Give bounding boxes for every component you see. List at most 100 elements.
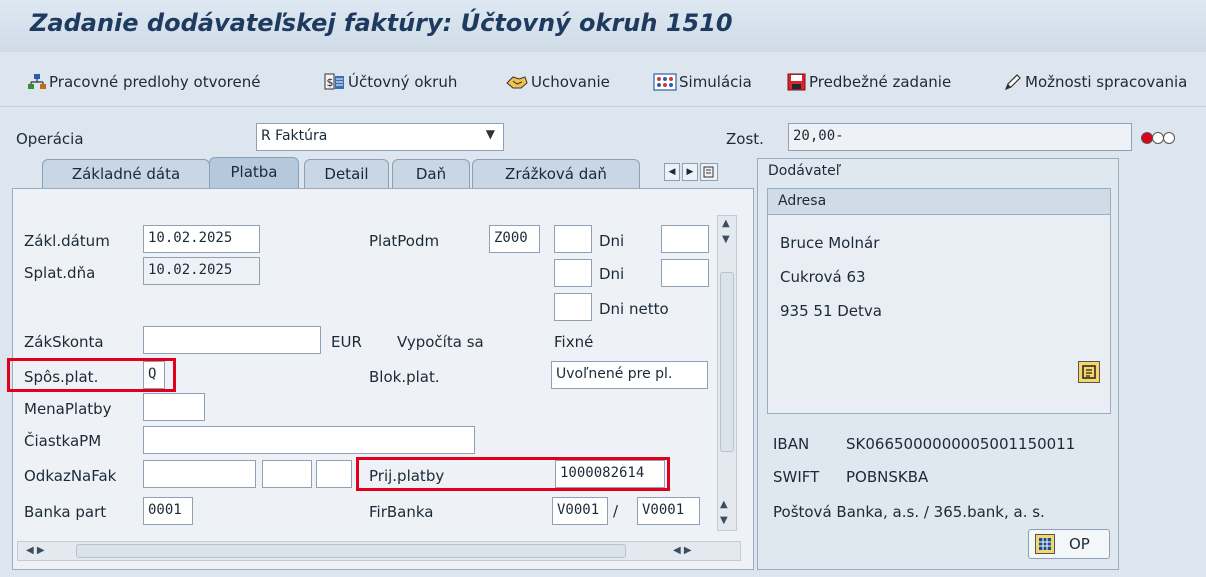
hold-label: Uchovanie bbox=[531, 73, 610, 91]
company-code-label: Účtovný okruh bbox=[348, 73, 458, 91]
vertical-scroll-thumb[interactable] bbox=[720, 272, 734, 452]
park-save-icon bbox=[787, 73, 806, 91]
payment-block-label: Blok.plat. bbox=[369, 368, 440, 386]
amount-pc-field[interactable] bbox=[143, 426, 475, 454]
swift-label: SWIFT bbox=[773, 468, 820, 486]
park-button[interactable]: Predbežné zadanie bbox=[787, 71, 951, 93]
editing-options-label: Možnosti spracovania bbox=[1025, 73, 1188, 91]
iban-label: IBAN bbox=[773, 435, 810, 453]
payment-currency-label: MenaPlatby bbox=[24, 400, 112, 418]
discount-base-field[interactable] bbox=[143, 326, 321, 354]
company-code-icon: $ bbox=[324, 73, 344, 90]
vertical-scrollbar[interactable]: ▲ ▼ bbox=[717, 215, 737, 531]
partner-bank-field[interactable]: 0001 bbox=[143, 497, 193, 525]
company-code-button[interactable]: $ Účtovný okruh bbox=[324, 71, 457, 93]
tab-basic-data-label: Základné dáta bbox=[71, 165, 181, 183]
application-toolbar: Pracovné predlohy otvorené $ Účtovný okr… bbox=[0, 55, 1206, 107]
vendor-name: Bruce Molnár bbox=[780, 234, 880, 252]
tab-payment-label: Platba bbox=[230, 163, 278, 181]
tab-list-icon[interactable] bbox=[700, 163, 718, 181]
days-net-label: Dni netto bbox=[599, 300, 669, 318]
tab-scroll-left-icon[interactable]: ◀ bbox=[664, 163, 680, 181]
tab-scroll-right-icon[interactable]: ▶ bbox=[682, 163, 698, 181]
vendor-city: 935 51 Detva bbox=[780, 302, 882, 320]
horizontal-scrollbar[interactable]: ◀ ▶ ◀ ▶ bbox=[17, 541, 741, 561]
due-date-label: Splat.dňa bbox=[24, 264, 96, 282]
pencil-icon bbox=[1004, 74, 1021, 91]
address-edit-icon[interactable] bbox=[1078, 361, 1100, 383]
days-2-label: Dni bbox=[599, 265, 625, 283]
invoice-ref-item-field[interactable] bbox=[316, 460, 352, 488]
scroll-down-icon[interactable]: ▼ bbox=[722, 234, 730, 245]
worklist-button[interactable]: Pracovné predlohy otvorené bbox=[27, 71, 260, 93]
percent-2-field[interactable] bbox=[661, 259, 709, 287]
editing-options-button[interactable]: Možnosti spracovania bbox=[1003, 71, 1187, 93]
park-label: Predbežné zadanie bbox=[809, 73, 952, 91]
vendor-street: Cukrová 63 bbox=[780, 268, 866, 286]
account-id-field[interactable]: V0001 bbox=[637, 497, 700, 525]
baseline-date-label: Zákl.dátum bbox=[24, 232, 110, 250]
scroll-left-icon[interactable]: ◀ ▶ bbox=[26, 545, 45, 556]
worklist-tree-icon bbox=[28, 74, 46, 89]
op-table-icon bbox=[1035, 534, 1055, 554]
tab-tax-label: Daň bbox=[415, 165, 447, 183]
baseline-date-field[interactable]: 10.02.2025 bbox=[143, 225, 260, 253]
invoice-ref-field[interactable] bbox=[143, 460, 256, 488]
percent-1-field[interactable] bbox=[661, 225, 709, 253]
house-bank-separator: / bbox=[613, 502, 619, 520]
tab-detail[interactable]: Detail bbox=[304, 159, 389, 189]
tab-detail-label: Detail bbox=[324, 165, 369, 183]
payment-block-field[interactable]: Uvoľnené pre pl. bbox=[551, 361, 708, 389]
days-1-field[interactable] bbox=[554, 225, 592, 253]
traffic-light-red-icon bbox=[1140, 130, 1188, 144]
hold-button[interactable]: Uchovanie bbox=[505, 71, 610, 93]
invoice-ref-year-field[interactable] bbox=[262, 460, 312, 488]
tab-tax[interactable]: Daň bbox=[392, 159, 470, 189]
due-date-field: 10.02.2025 bbox=[143, 257, 260, 285]
scroll-right-icon[interactable]: ◀ ▶ bbox=[673, 545, 692, 556]
title-bar: Zadanie dodávateľskej faktúry: Účtovný o… bbox=[0, 0, 1206, 52]
balance-field: 20,00- bbox=[788, 123, 1132, 151]
discount-base-label: ZákSkonta bbox=[24, 333, 104, 351]
iban-value: SK0665000000005001150011 bbox=[846, 435, 1076, 453]
scroll-down-2-icon[interactable]: ▼ bbox=[720, 515, 728, 526]
fixed-label: Fixné bbox=[554, 333, 594, 351]
days-net-field[interactable] bbox=[554, 293, 592, 321]
payment-panel: Zákl.dátum 10.02.2025 Splat.dňa 10.02.20… bbox=[7, 188, 754, 570]
address-header: Adresa bbox=[768, 189, 1110, 215]
amount-pc-label: ČiastkaPM bbox=[24, 432, 102, 450]
discount-currency-label: EUR bbox=[331, 333, 362, 351]
payment-terms-label: PlatPodm bbox=[369, 232, 440, 250]
payment-terms-field[interactable]: Z000 bbox=[489, 225, 540, 253]
simulate-button[interactable]: Simulácia bbox=[653, 71, 752, 93]
op-button[interactable]: OP bbox=[1028, 529, 1110, 559]
scroll-up-icon[interactable]: ▲ bbox=[722, 218, 730, 229]
house-bank-field[interactable]: V0001 bbox=[552, 497, 608, 525]
payment-ref-highlight bbox=[356, 457, 670, 491]
tab-payment[interactable]: Platba bbox=[209, 157, 299, 189]
operation-select[interactable]: R Faktúra ▼ bbox=[256, 123, 504, 151]
payment-currency-field[interactable] bbox=[143, 393, 205, 421]
days-1-label: Dni bbox=[599, 232, 625, 250]
window-title: Zadanie dodávateľskej faktúry: Účtovný o… bbox=[30, 9, 733, 37]
invoice-ref-label: OdkazNaFak bbox=[24, 467, 117, 485]
address-box: Adresa Bruce Molnár Cukrová 63 935 51 De… bbox=[767, 188, 1111, 414]
house-bank-label: FirBanka bbox=[369, 503, 434, 521]
calculated-label: Vypočíta sa bbox=[397, 333, 484, 351]
simulate-icon bbox=[653, 73, 677, 91]
operation-value: R Faktúra bbox=[261, 128, 328, 144]
tab-withholding-tax-label: Zrážková daň bbox=[505, 165, 607, 183]
horizontal-scroll-thumb[interactable] bbox=[76, 544, 626, 558]
op-button-label: OP bbox=[1069, 535, 1090, 553]
hold-icon bbox=[506, 76, 528, 89]
vendor-panel: Dodávateľ Adresa Bruce Molnár Cukrová 63… bbox=[757, 158, 1119, 570]
days-2-field[interactable] bbox=[554, 259, 592, 287]
simulate-label: Simulácia bbox=[679, 73, 752, 91]
tab-basic-data[interactable]: Základné dáta bbox=[42, 159, 210, 189]
balance-label: Zost. bbox=[726, 130, 764, 148]
payment-method-highlight bbox=[7, 358, 176, 392]
scroll-up-2-icon[interactable]: ▲ bbox=[720, 499, 728, 510]
dropdown-arrow-icon[interactable]: ▼ bbox=[486, 127, 495, 141]
worklist-label: Pracovné predlohy otvorené bbox=[49, 73, 261, 91]
tab-withholding-tax[interactable]: Zrážková daň bbox=[472, 159, 640, 189]
